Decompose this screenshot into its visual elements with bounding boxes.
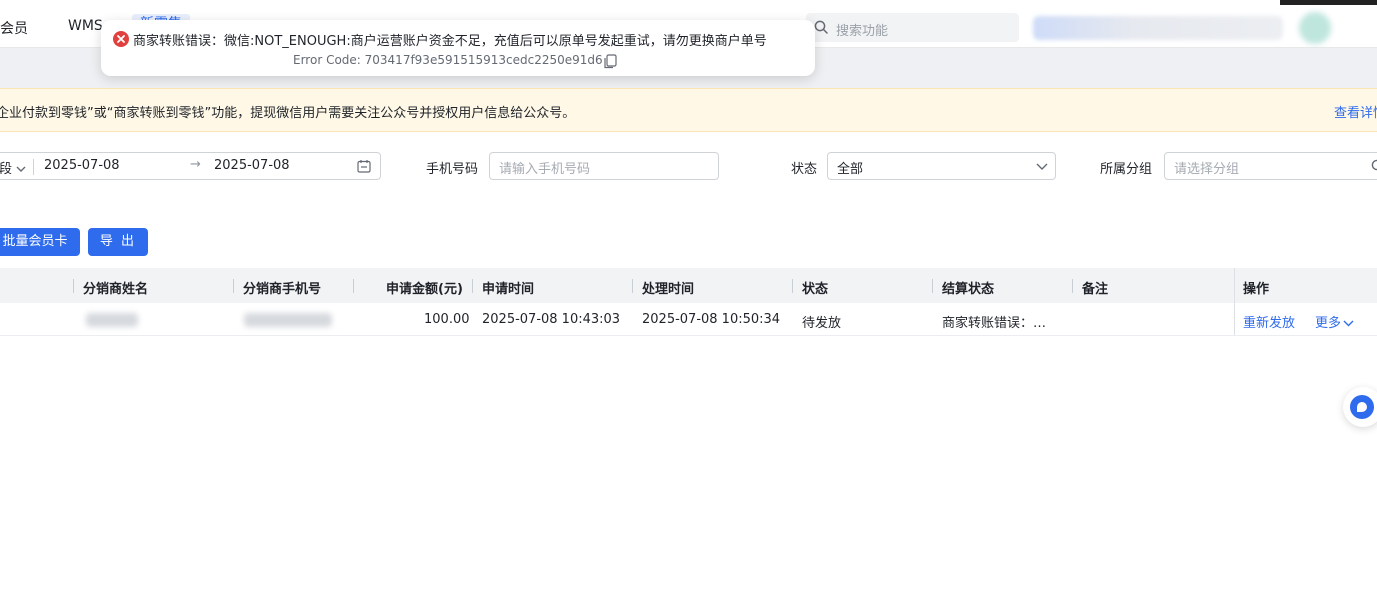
date-type-select[interactable]: 段 <box>0 158 26 177</box>
th-actions: 操作 <box>1243 282 1270 297</box>
column-divider <box>233 279 234 293</box>
table-row: 100.00 2025-07-08 10:43:03 2025-07-08 10… <box>0 303 1377 336</box>
apply-time-cell: 2025-07-08 10:43:03 <box>482 312 621 327</box>
function-search-input[interactable]: 搜索功能 <box>806 13 1019 42</box>
th-status: 状态 <box>802 282 829 297</box>
copy-icon[interactable] <box>603 54 617 69</box>
th-distributor-name: 分销商姓名 <box>83 282 149 297</box>
date-start[interactable]: 2025-07-08 <box>44 158 120 173</box>
column-divider <box>932 279 933 293</box>
th-distributor-phone: 分销商手机号 <box>243 282 322 297</box>
date-end[interactable]: 2025-07-08 <box>214 158 290 173</box>
column-divider <box>1072 279 1073 293</box>
search-icon <box>1371 159 1377 171</box>
toast-error-code: Error Code: 703417f93e591515913cedc2250e… <box>293 53 603 67</box>
search-placeholder: 搜索功能 <box>836 24 889 39</box>
phone-placeholder: 请输入手机号码 <box>499 162 591 177</box>
th-remark: 备注 <box>1082 282 1109 297</box>
chevron-down-icon <box>16 166 26 172</box>
status-label: 状态 <box>791 162 818 177</box>
column-divider <box>353 279 354 293</box>
nav-item-member[interactable]: 会员 <box>0 18 28 38</box>
search-icon <box>814 20 828 34</box>
th-apply-time: 申请时间 <box>482 282 535 297</box>
chevron-down-icon <box>1036 163 1048 170</box>
error-toast: 商家转账错误：微信:NOT_ENOUGH:商户运营账户资金不足，充值后可以原单号… <box>101 20 815 76</box>
th-process-time: 处理时间 <box>642 282 695 297</box>
amount-cell: 100.00 <box>424 312 470 327</box>
calendar-icon <box>357 160 371 173</box>
distributor-phone-cell <box>244 313 332 327</box>
more-actions-button[interactable]: 更多 <box>1315 312 1354 331</box>
error-icon <box>113 31 129 47</box>
chevron-down-icon <box>1343 320 1354 327</box>
window-edge <box>1280 0 1377 5</box>
settle-status-cell[interactable]: 商家转账错误：… <box>942 312 1046 331</box>
floating-help-button[interactable] <box>1343 387 1377 427</box>
group-placeholder: 请选择分组 <box>1174 162 1240 177</box>
nav-item-wms[interactable]: WMS <box>68 18 103 34</box>
batch-member-card-button[interactable]: 批量会员卡 <box>0 228 80 256</box>
status-cell: 待发放 <box>802 316 842 331</box>
toast-message: 商家转账错误：微信:NOT_ENOUGH:商户运营账户资金不足，充值后可以原单号… <box>133 34 767 49</box>
divider <box>33 159 34 175</box>
phone-input[interactable]: 请输入手机号码 <box>489 152 719 180</box>
avatar[interactable] <box>1299 12 1331 44</box>
th-amount: 申请金额(元) <box>386 282 463 297</box>
process-time-cell: 2025-07-08 10:50:34 <box>642 312 781 327</box>
reissue-button[interactable]: 重新发放 <box>1243 312 1295 331</box>
column-divider <box>632 279 633 293</box>
column-divider <box>792 279 793 293</box>
notice-detail-link[interactable]: 查看详情 <box>1334 102 1377 121</box>
date-range-picker[interactable]: 段 2025-07-08 → 2025-07-08 <box>0 152 381 180</box>
status-select[interactable]: 全部 <box>827 152 1056 180</box>
notice-text: 企业付款到零钱”或“商家转账到零钱”功能，提现微信用户需要关注公众号并授权用户信… <box>0 106 576 121</box>
notice-bar: 企业付款到零钱”或“商家转账到零钱”功能，提现微信用户需要关注公众号并授权用户信… <box>0 88 1377 132</box>
column-divider <box>73 279 74 293</box>
phone-label: 手机号码 <box>426 162 479 177</box>
column-divider <box>472 279 473 293</box>
export-button[interactable]: 导 出 <box>88 228 148 256</box>
blurred-shop-info <box>1033 16 1283 40</box>
th-settle-status: 结算状态 <box>942 282 995 297</box>
table-header: 分销商姓名 分销商手机号 申请金额(元) 申请时间 处理时间 状态 结算状态 备… <box>0 268 1377 303</box>
group-label: 所属分组 <box>1100 162 1153 177</box>
arrow-right-icon: → <box>190 157 201 172</box>
status-value: 全部 <box>837 162 864 177</box>
chat-icon <box>1350 395 1374 419</box>
group-select[interactable]: 请选择分组 <box>1164 152 1377 180</box>
distributor-name-cell <box>86 313 138 327</box>
